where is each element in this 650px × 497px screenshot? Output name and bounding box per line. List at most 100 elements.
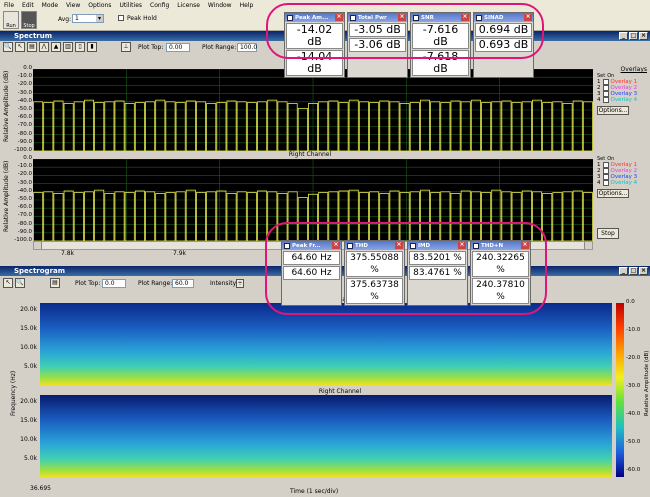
sg-plot-top-label: Plot Top: — [75, 280, 101, 287]
sg-y-tick-label: 15.0k — [20, 417, 37, 424]
cursor-line-icon[interactable]: ⊥ — [121, 42, 131, 52]
spectrogram-title: Spectrogram — [14, 267, 66, 275]
menu-item-view[interactable]: View — [62, 2, 84, 9]
maximize-button[interactable]: □ — [629, 32, 638, 40]
spectrum-stop-button[interactable]: Stop — [597, 228, 619, 239]
avg-value: 1 — [75, 15, 79, 22]
cursor-icon[interactable]: ↖ — [15, 42, 25, 52]
y-tick-label: 0.0 — [23, 155, 32, 161]
spectrum-bar — [185, 189, 196, 241]
spectrum-bar — [206, 103, 217, 151]
y-tick-label: -100.0 — [14, 237, 32, 243]
peak-hold-checkbox[interactable] — [118, 15, 124, 21]
y-tick-label: -10.0 — [17, 163, 32, 170]
scale-icon[interactable]: ▯ — [75, 42, 85, 52]
colorbar-label: Relative Amplitude (dB) — [644, 350, 650, 416]
spectrum-bar — [53, 100, 64, 151]
colorbar-tick-label: -40.0 — [626, 411, 641, 417]
y-tick-label: -100.0 — [14, 147, 32, 153]
spectrum-bar — [53, 193, 64, 241]
sg-plot-range-input[interactable]: 60.0 — [172, 279, 194, 288]
sg-y-tick-label: 10.0k — [20, 344, 37, 351]
overlay-checkbox[interactable] — [602, 180, 609, 186]
run-button[interactable]: Run — [3, 11, 19, 29]
stop-button[interactable]: Stop — [21, 11, 37, 29]
highlight-bottom-meters — [265, 222, 547, 315]
spectrogram-left[interactable] — [40, 303, 612, 385]
menu-item-help[interactable]: Help — [236, 2, 258, 9]
sg-plot-top-input[interactable]: 0.0 — [102, 279, 126, 288]
spectrum-yticks-bottom: 0.0 -10.0 -20.0 -30.0 -40.0 -50.0 -60.0 -70.0 -8… — [12, 155, 32, 243]
marker-icon[interactable]: ▮ — [87, 42, 97, 52]
plot-range-input[interactable]: 100.0 — [237, 43, 257, 52]
y-tick-label: -20.0 — [17, 171, 32, 178]
minimize-button-2[interactable]: _ — [619, 267, 628, 275]
overlay-item[interactable]: 4 Overlay 4 — [597, 180, 647, 186]
spectrum-bar — [287, 103, 298, 151]
spectrum-bar — [450, 100, 461, 151]
overlays-panel-top: Overlays Set On 1 Overlay 1 2 Overlay 2 3 Over… — [597, 66, 647, 115]
cursor-icon-2[interactable]: ↖ — [3, 278, 13, 288]
y-tick-label: -50.0 — [17, 106, 32, 112]
intensity-stepper[interactable]: ÷ — [236, 279, 244, 288]
colorbar-tick-label: -30.0 — [626, 383, 641, 389]
y-tick-label: -60.0 — [17, 204, 32, 211]
menu-item-options[interactable]: Options — [84, 2, 115, 9]
spectrogram-right[interactable] — [40, 395, 612, 477]
avg-select[interactable]: 1 ▾ — [72, 14, 104, 23]
sg-plot-range-label: Plot Range: — [138, 280, 173, 287]
options-button-top[interactable]: Options... — [597, 106, 629, 115]
menu-item-window[interactable]: Window — [204, 2, 236, 9]
overlay-checkbox[interactable] — [602, 97, 609, 103]
menu-item-edit[interactable]: Edit — [18, 2, 38, 9]
sg-y-tick-label: 20.0k — [20, 398, 37, 405]
sg-plot-top-value: 0.0 — [105, 280, 115, 287]
options-button-bottom[interactable]: Options... — [597, 189, 629, 198]
maximize-button-2[interactable]: □ — [629, 267, 638, 275]
stop-label: Stop — [23, 23, 35, 29]
y-tick-label: -60.0 — [17, 114, 32, 121]
y-tick-label: -80.0 — [17, 130, 32, 137]
plot-top-input[interactable]: 0.00 — [166, 43, 190, 52]
y-tick-label: -70.0 — [17, 122, 32, 129]
menu-item-license[interactable]: License — [173, 2, 204, 9]
peak-hold-label: Peak Hold — [127, 15, 157, 22]
menu-item-mode[interactable]: Mode — [38, 2, 62, 9]
zoom-icon-2[interactable]: 🔍 — [15, 278, 25, 288]
colorbar-tick-label: 0.0 — [626, 299, 635, 305]
spectrum-bar — [267, 99, 278, 151]
line-mode-icon[interactable]: ⋀ — [39, 42, 49, 52]
bar-mode-icon[interactable]: ▥ — [63, 42, 73, 52]
close-button-2[interactable]: × — [639, 267, 648, 275]
plot-top-value: 0.00 — [169, 44, 183, 51]
scroll-right-icon[interactable] — [584, 242, 592, 249]
run-label: Run — [6, 23, 16, 29]
y-tick-label: -20.0 — [17, 81, 32, 88]
overlay-number: 4 — [597, 97, 601, 103]
menu-item-utilities[interactable]: Utilities — [115, 2, 146, 9]
spectrum-bar — [257, 190, 268, 241]
print-icon[interactable]: ▤ — [27, 42, 37, 52]
zoom-icon[interactable]: 🔍 — [3, 42, 13, 52]
minimize-button[interactable]: _ — [619, 32, 628, 40]
y-tick-label: -90.0 — [17, 138, 32, 145]
fill-mode-icon[interactable]: ▲ — [51, 42, 61, 52]
sg-yticks-top: 20.0k 15.0k 10.0k 5.0k — [15, 302, 39, 384]
menu-item-config[interactable]: Config — [146, 2, 173, 9]
overlay-list-top: 1 Overlay 1 2 Overlay 2 3 Overlay 3 4 Overlay 4 — [597, 79, 647, 103]
spectrum-bar — [562, 103, 573, 151]
spectrum-bar — [226, 193, 237, 241]
close-button[interactable]: × — [639, 32, 648, 40]
sg-right-channel-label: Right Channel — [318, 388, 362, 395]
spectrum-bar — [216, 190, 227, 241]
menu-item-file[interactable]: File — [0, 2, 18, 9]
spectrum-bar — [297, 107, 308, 151]
overlay-item[interactable]: 4 Overlay 4 — [597, 97, 647, 103]
spectrum-yticks-top: 0.0 -10.0 -20.0 -30.0 -40.0 -50.0 -60.0 -70.0 -8… — [12, 65, 32, 153]
scroll-left-icon[interactable] — [34, 242, 42, 249]
spectrum-plot-left[interactable] — [33, 69, 593, 151]
y-tick-label: -70.0 — [17, 212, 32, 219]
print-icon-2[interactable]: ▤ — [50, 278, 60, 288]
spectrum-bar — [532, 99, 542, 151]
colorbar-tick-label: -10.0 — [626, 327, 641, 333]
